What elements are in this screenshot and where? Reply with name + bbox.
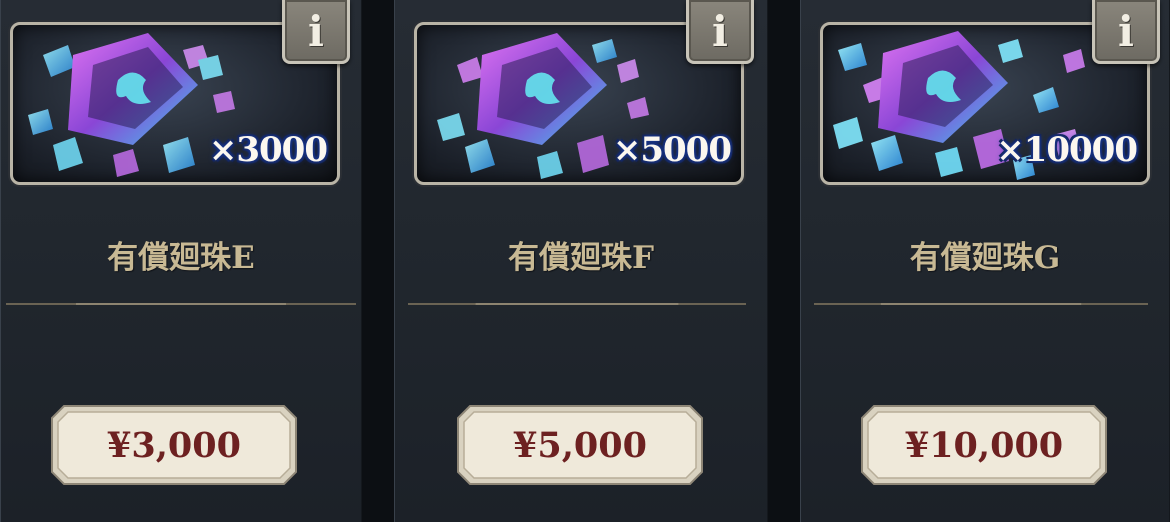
quantity-label: ×10000: [996, 130, 1138, 170]
info-icon: i: [1118, 6, 1134, 56]
product-name: 有償廻珠E: [107, 240, 255, 276]
purchase-button[interactable]: ¥10,000: [860, 404, 1108, 486]
divider: [408, 302, 746, 306]
purchase-button[interactable]: ¥5,000: [456, 404, 704, 486]
product-card-f[interactable]: ×5000 i 有償廻珠F ¥5,000: [394, 0, 768, 522]
info-button[interactable]: i: [1092, 0, 1160, 64]
product-card-e[interactable]: ×3000 i 有償廻珠E ¥3,000: [0, 0, 362, 522]
info-button[interactable]: i: [686, 0, 754, 64]
info-icon: i: [308, 6, 324, 56]
purchase-button[interactable]: ¥3,000: [50, 404, 298, 486]
divider: [814, 302, 1148, 306]
product-name: 有償廻珠G: [909, 240, 1061, 276]
quantity-label: ×3000: [208, 130, 328, 170]
product-card-g[interactable]: ×10000 i 有償廻珠G ¥10,000: [800, 0, 1170, 522]
product-name: 有償廻珠F: [507, 240, 654, 276]
info-button[interactable]: i: [282, 0, 350, 64]
price-label: ¥10,000: [904, 424, 1064, 466]
price-label: ¥5,000: [513, 424, 647, 466]
price-label: ¥3,000: [107, 424, 241, 466]
info-icon: i: [712, 6, 728, 56]
quantity-label: ×5000: [612, 130, 732, 170]
divider: [6, 302, 356, 306]
